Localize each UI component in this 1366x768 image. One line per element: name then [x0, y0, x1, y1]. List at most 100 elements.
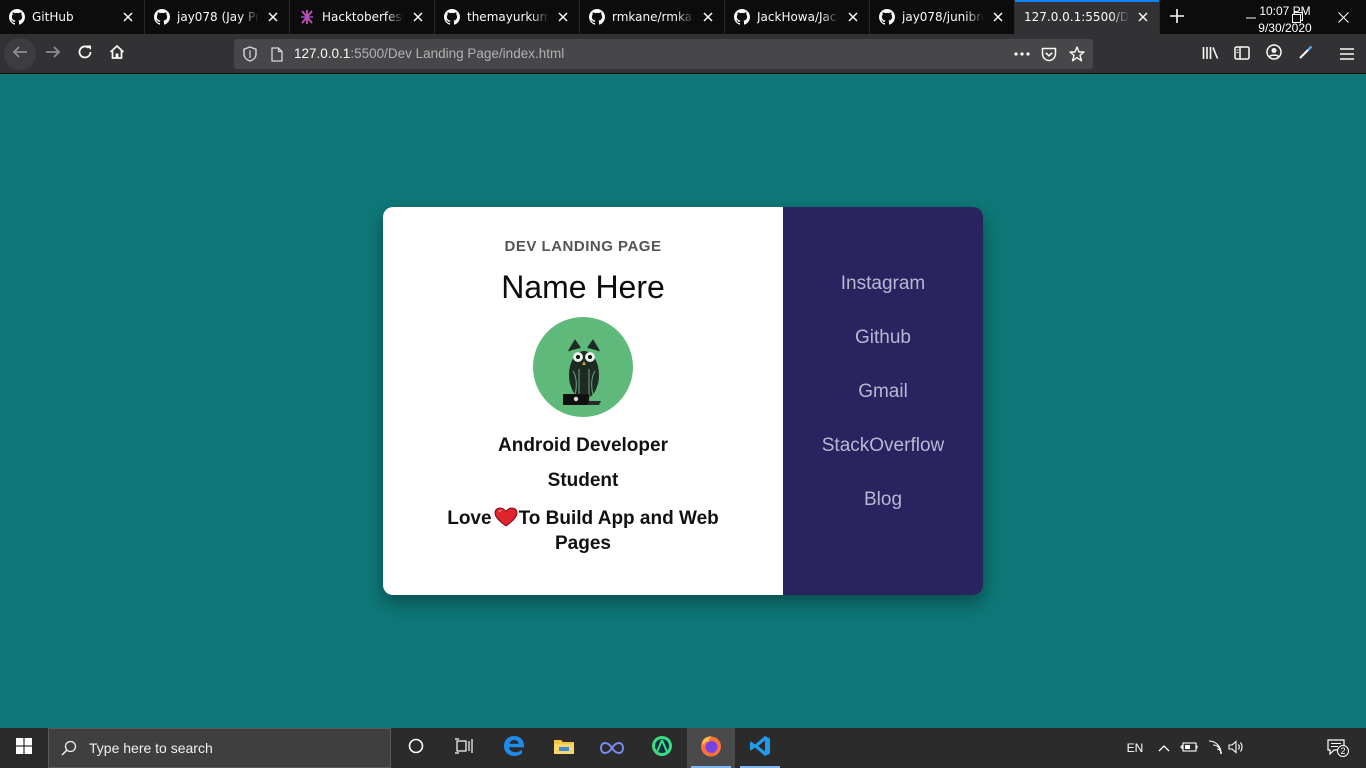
close-tab-icon[interactable] — [120, 9, 136, 25]
search-placeholder: Type here to search — [89, 740, 213, 756]
cortana-icon — [408, 738, 424, 758]
close-tab-icon[interactable] — [410, 9, 426, 25]
home-icon — [109, 44, 125, 64]
search-icon — [49, 728, 89, 768]
bookmark-star-icon[interactable] — [1069, 46, 1085, 62]
links-panel: Instagram Github Gmail StackOverflow Blo… — [783, 207, 983, 595]
notification-count: 2 — [1337, 745, 1349, 757]
back-arrow-icon — [12, 44, 28, 64]
link-stackoverflow[interactable]: StackOverflow — [783, 435, 983, 457]
profile-card: DEV LANDING PAGE Name Here Android Devel… — [383, 207, 983, 595]
address-bar[interactable]: 127.0.0.1:5500/Dev Landing Page/index.ht… — [234, 39, 1093, 69]
hacktoberfest-icon — [299, 9, 315, 25]
account-button[interactable] — [1258, 38, 1290, 70]
github-icon — [879, 9, 895, 25]
task-view-icon — [455, 738, 473, 758]
plus-icon — [1170, 8, 1184, 27]
avatar — [533, 317, 633, 417]
role-android-developer: Android Developer — [498, 435, 668, 456]
clock-time: 10:07 PM — [1259, 4, 1311, 18]
edge-icon — [503, 735, 525, 761]
firefox-taskbar-button[interactable] — [687, 728, 735, 768]
close-tab-icon[interactable] — [990, 9, 1006, 25]
account-icon — [1266, 44, 1282, 64]
navigation-bar: 127.0.0.1:5500/Dev Landing Page/index.ht… — [0, 34, 1366, 74]
page-eyebrow: DEV LANDING PAGE — [504, 238, 662, 255]
url-host: 127.0.0.1 — [294, 46, 351, 61]
back-button[interactable] — [4, 38, 36, 70]
tab-label: jay078 (Jay Prajapati) — [177, 10, 259, 24]
wifi-icon — [1207, 739, 1223, 757]
extension-button[interactable] — [1290, 38, 1322, 70]
taskbar-search[interactable]: Type here to search — [48, 728, 391, 768]
show-hidden-icons-button[interactable] — [1154, 728, 1174, 768]
action-center-button[interactable]: 2 — [1318, 728, 1358, 768]
link-instagram[interactable]: Instagram — [783, 273, 983, 295]
new-tab-button[interactable] — [1160, 0, 1194, 34]
tab-jay078[interactable]: jay078 (Jay Prajapati) — [145, 0, 290, 34]
network-button[interactable] — [1204, 728, 1226, 768]
hamburger-menu-icon — [1340, 45, 1354, 64]
android-studio-icon — [651, 735, 673, 761]
shield-icon[interactable] — [242, 46, 258, 62]
tab-local-dev[interactable]: 127.0.0.1:5500/Dev%20 — [1015, 0, 1160, 34]
clock[interactable]: 10:07 PM 9/30/2020 — [1246, 3, 1324, 37]
chevron-up-icon — [1158, 741, 1170, 755]
tab-themayurkumbhar[interactable]: themayurkumbhar — [435, 0, 580, 34]
edge-taskbar-button[interactable] — [490, 728, 538, 768]
link-blog[interactable]: Blog — [783, 489, 983, 511]
close-tab-icon[interactable] — [845, 9, 861, 25]
profile-panel: DEV LANDING PAGE Name Here Android Devel… — [383, 207, 783, 595]
file-explorer-button[interactable] — [540, 728, 588, 768]
close-icon — [1337, 8, 1349, 27]
sidebar-icon — [1234, 45, 1250, 64]
close-window-button[interactable] — [1320, 0, 1366, 34]
role-student: Student — [547, 470, 619, 491]
page-actions-icon[interactable] — [1013, 46, 1031, 62]
vscode-taskbar-button[interactable] — [736, 728, 784, 768]
close-tab-icon[interactable] — [265, 9, 281, 25]
app-button-infinity[interactable] — [588, 728, 636, 768]
link-github[interactable]: Github — [783, 327, 983, 349]
library-icon — [1202, 45, 1219, 64]
github-icon — [154, 9, 170, 25]
library-button[interactable] — [1194, 38, 1226, 70]
close-tab-icon[interactable] — [1135, 9, 1151, 25]
close-tab-icon[interactable] — [700, 9, 716, 25]
owl-icon — [563, 339, 601, 405]
forward-button[interactable] — [37, 38, 69, 70]
link-gmail[interactable]: Gmail — [783, 381, 983, 403]
tab-rmkane[interactable]: rmkane/rmkane — [580, 0, 725, 34]
tab-hacktoberfest[interactable]: Hacktoberfest presented — [290, 0, 435, 34]
pocket-icon[interactable] — [1041, 46, 1057, 62]
tab-github[interactable]: GitHub — [0, 0, 145, 34]
tab-label: rmkane/rmkane — [612, 10, 694, 24]
close-tab-icon[interactable] — [555, 9, 571, 25]
menu-button[interactable] — [1331, 38, 1363, 70]
tab-label: themayurkumbhar — [467, 10, 549, 24]
tagline: Love To Build App and Web Pages — [423, 506, 743, 556]
page-icon[interactable] — [269, 46, 285, 62]
volume-button[interactable] — [1226, 728, 1246, 768]
tab-jackhowa[interactable]: JackHowa/JackHowa — [725, 0, 870, 34]
cortana-button[interactable] — [392, 728, 440, 768]
home-button[interactable] — [101, 38, 133, 70]
task-view-button[interactable] — [440, 728, 488, 768]
github-icon — [9, 9, 25, 25]
notification-icon: 2 — [1327, 738, 1349, 758]
sidebar-button[interactable] — [1226, 38, 1258, 70]
language-indicator[interactable]: EN — [1122, 728, 1148, 768]
reload-icon — [77, 44, 93, 64]
reload-button[interactable] — [69, 38, 101, 70]
tab-label: jay078/junibrosgithub — [902, 10, 984, 24]
url-path: :5500/Dev Landing Page/index.html — [350, 46, 565, 61]
battery-button[interactable] — [1178, 728, 1200, 768]
firefox-icon — [699, 734, 723, 762]
github-icon — [734, 9, 750, 25]
url-text[interactable]: 127.0.0.1:5500/Dev Landing Page/index.ht… — [294, 46, 564, 61]
android-studio-button[interactable] — [638, 728, 686, 768]
github-icon — [589, 9, 605, 25]
tab-junibros[interactable]: jay078/junibrosgithub — [870, 0, 1015, 34]
folder-icon — [553, 737, 575, 759]
start-button[interactable] — [0, 728, 48, 768]
